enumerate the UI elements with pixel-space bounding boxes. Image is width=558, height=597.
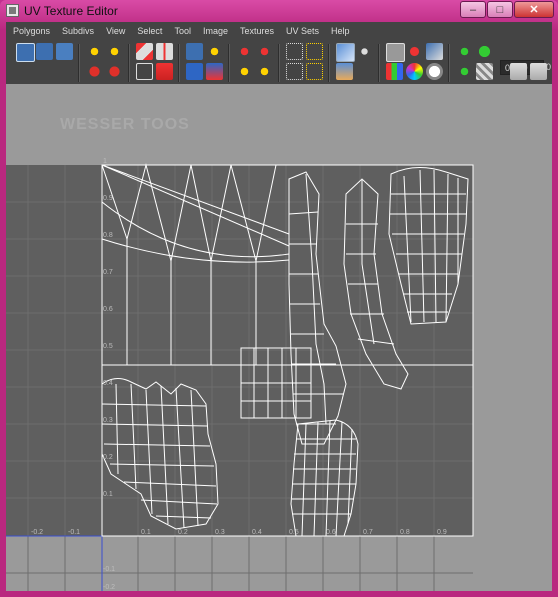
close-button[interactable]: ✕ <box>514 1 554 18</box>
y-tick-label: -0.1 <box>103 566 115 573</box>
shell-select-icon[interactable] <box>56 43 73 60</box>
grid-background <box>6 165 473 591</box>
y-tick-label: 0.3 <box>103 417 113 424</box>
uv-viewport[interactable]: -0.2 -0.1 0.1 0.2 0.3 0.4 0.5 0.6 0.7 0.… <box>6 84 552 591</box>
add-to-isolate-icon[interactable] <box>306 63 323 80</box>
isolate-select-icon[interactable] <box>286 63 303 80</box>
minimize-button[interactable]: – <box>460 1 486 18</box>
update-psd-icon[interactable] <box>456 63 473 80</box>
y-tick-label: -0.2 <box>103 584 115 591</box>
grid-region <box>6 165 473 591</box>
x-tick-label: -0.2 <box>31 529 43 536</box>
menu-textures[interactable]: Textures <box>233 26 279 36</box>
x-tick-label: 0.5 <box>289 529 299 536</box>
x-tick-label: 0.7 <box>363 529 373 536</box>
toolbar-separator <box>328 44 330 82</box>
app-icon <box>6 4 19 17</box>
editor-client-area: Polygons Subdivs View Select Tool Image … <box>6 22 552 591</box>
uv-canvas[interactable]: -0.2 -0.1 0.1 0.2 0.3 0.4 0.5 0.6 0.7 0.… <box>6 84 552 591</box>
x-tick-label: 0.4 <box>252 529 262 536</box>
display-image-icon[interactable] <box>336 43 355 62</box>
y-tick-label: 0.1 <box>103 491 113 498</box>
menu-help[interactable]: Help <box>324 26 355 36</box>
menu-bar: Polygons Subdivs View Select Tool Image … <box>6 22 552 40</box>
alpha-channel-icon[interactable] <box>426 63 443 80</box>
sew-uv-icon[interactable] <box>156 43 173 60</box>
dim-image-icon[interactable] <box>356 43 373 60</box>
uv-select-icon[interactable] <box>16 43 35 62</box>
x-tick-label: 0.8 <box>400 529 410 536</box>
toolbar-separator <box>228 44 230 82</box>
uv-texture-editor-window: UV Texture Editor – □ ✕ Polygons Subdivs… <box>0 0 558 597</box>
split-uv-icon[interactable] <box>136 63 153 80</box>
psd-network-icon[interactable] <box>476 43 493 60</box>
toolbar-separator <box>128 44 130 82</box>
unfold-icon[interactable] <box>206 43 223 60</box>
rgb-channels-icon[interactable] <box>386 63 403 80</box>
toolbar-separator <box>448 44 450 82</box>
cut-uv-icon[interactable] <box>136 43 153 60</box>
watermark-logo: WESSER TOOS <box>60 116 190 133</box>
menu-polygons[interactable]: Polygons <box>6 26 55 36</box>
normalize-icon[interactable] <box>186 63 203 80</box>
y-tick-label: 0.2 <box>103 454 113 461</box>
toggle-grid-icon[interactable] <box>386 43 405 62</box>
value-input-2[interactable]: 0 <box>546 60 556 75</box>
merge-uv-icon[interactable] <box>156 63 173 80</box>
image-range-icon[interactable] <box>456 43 473 60</box>
relax-icon[interactable] <box>206 63 223 80</box>
y-tick-label: 0.4 <box>103 380 113 387</box>
x-tick-label: 0.9 <box>437 529 447 536</box>
toolbar-separator <box>278 44 280 82</box>
y-tick-label: 0.6 <box>103 306 113 313</box>
menu-uv-sets[interactable]: UV Sets <box>279 26 324 36</box>
rotate-ccw-icon[interactable] <box>86 63 103 80</box>
rotate-cw-icon[interactable] <box>106 63 123 80</box>
snapshot-icon[interactable] <box>306 43 323 60</box>
x-tick-label: 0.1 <box>141 529 151 536</box>
color-wheel-icon[interactable] <box>406 63 423 80</box>
y-tick-label: 0.5 <box>103 343 113 350</box>
toolbar-separator <box>178 44 180 82</box>
toolbar-separator <box>378 44 380 82</box>
view-facing-icon[interactable] <box>336 63 353 80</box>
align-max-u-icon[interactable] <box>256 43 273 60</box>
icon-toolbar: 0.000 0 <box>6 40 552 84</box>
paste-uv-icon[interactable] <box>530 63 547 80</box>
window-title: UV Texture Editor <box>24 4 118 18</box>
align-max-v-icon[interactable] <box>256 63 273 80</box>
x-tick-label: 0.2 <box>178 529 188 536</box>
menu-select[interactable]: Select <box>130 26 167 36</box>
title-bar[interactable]: UV Texture Editor – □ ✕ <box>0 0 558 22</box>
flip-u-icon[interactable] <box>86 43 103 60</box>
menu-image[interactable]: Image <box>196 26 233 36</box>
pixel-snap-icon[interactable] <box>406 43 423 60</box>
menu-subdivs[interactable]: Subdivs <box>55 26 99 36</box>
menu-tool[interactable]: Tool <box>167 26 196 36</box>
y-tick-label: 1 <box>103 158 107 165</box>
flip-v-icon[interactable] <box>106 43 123 60</box>
move-uv-icon[interactable] <box>36 43 53 60</box>
align-min-u-icon[interactable] <box>236 43 253 60</box>
y-tick-label: 0.9 <box>103 195 113 202</box>
y-tick-label: 0.7 <box>103 269 113 276</box>
copy-uv-icon[interactable] <box>510 63 527 80</box>
layout-uv-icon[interactable] <box>186 43 203 60</box>
x-tick-label: -0.1 <box>68 529 80 536</box>
x-tick-label: 0.3 <box>215 529 225 536</box>
window-controls: – □ ✕ <box>459 1 554 18</box>
y-tick-label: 0.8 <box>103 232 113 239</box>
negative-v-region <box>6 536 473 591</box>
shaded-uv-icon[interactable] <box>426 43 443 60</box>
grid-uv-icon[interactable] <box>286 43 303 60</box>
menu-view[interactable]: View <box>99 26 130 36</box>
toolbar-separator <box>78 44 80 82</box>
checker-tile-icon[interactable] <box>476 63 493 80</box>
x-tick-label: 0.6 <box>326 529 336 536</box>
maximize-button[interactable]: □ <box>487 1 513 18</box>
align-min-v-icon[interactable] <box>236 63 253 80</box>
